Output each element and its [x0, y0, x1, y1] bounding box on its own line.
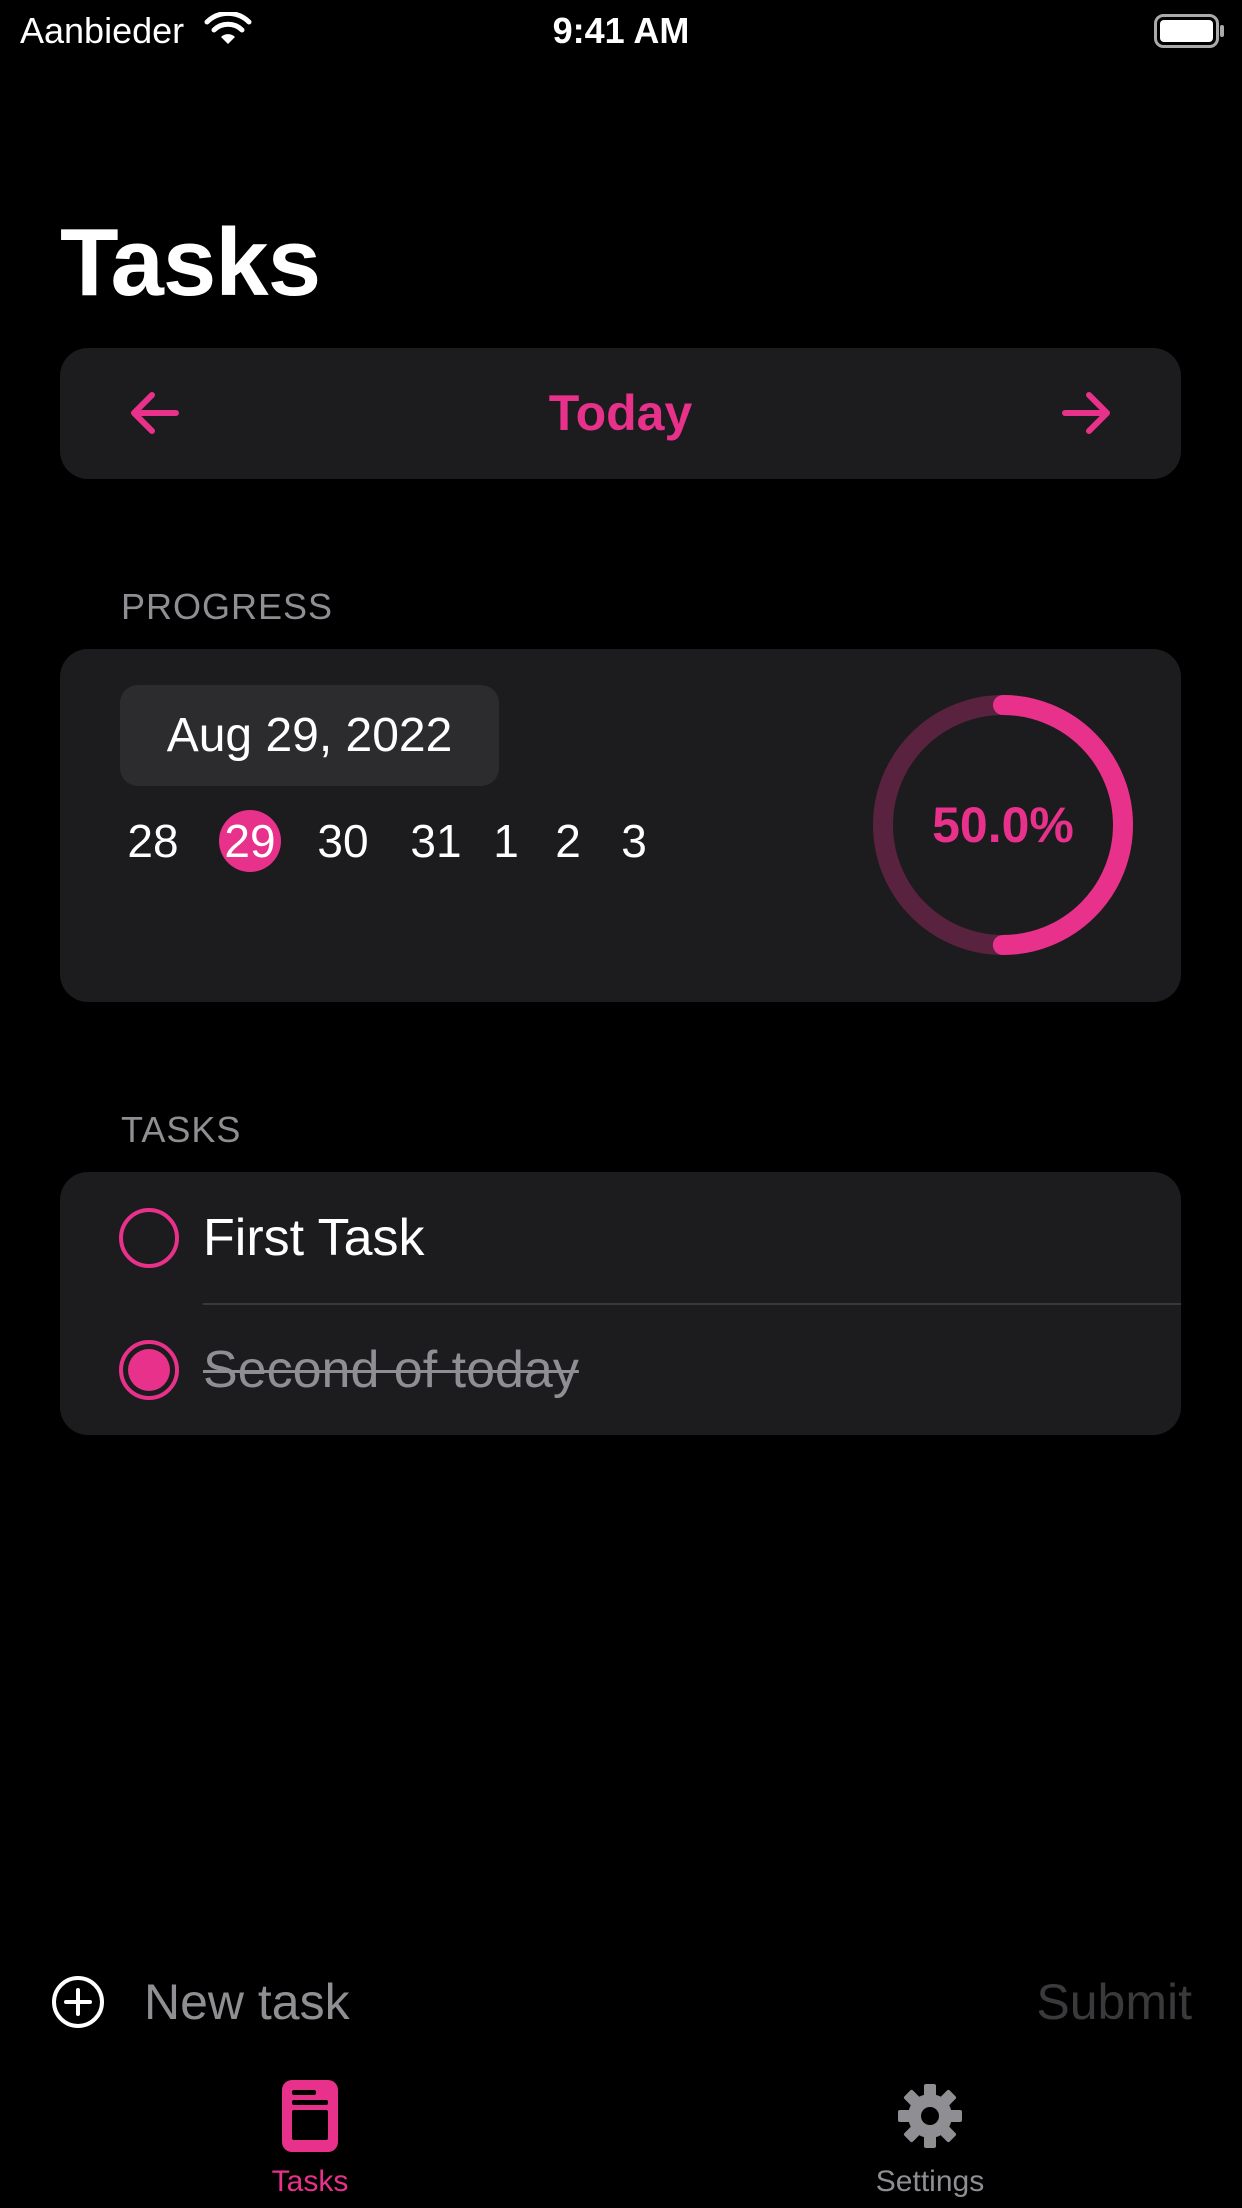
task-list: First Task Second of today	[60, 1172, 1181, 1435]
status-time: 9:41 AM	[552, 10, 690, 51]
progress-card: Aug 29, 2022 28 29 30 31 1 2 3 50.0%	[60, 649, 1181, 1002]
submit-button[interactable]: Submit	[1000, 1968, 1192, 2036]
task-title: First Task	[203, 1209, 425, 1267]
tab-label: Settings	[875, 2165, 985, 2198]
gear-icon	[898, 2084, 962, 2148]
task-title-completed: Second of today	[203, 1341, 579, 1399]
tab-label: Tasks	[271, 2165, 349, 2198]
day-1[interactable]: 1	[486, 810, 526, 872]
tab-tasks[interactable]: Tasks	[160, 2072, 460, 2208]
day-31[interactable]: 31	[403, 810, 469, 872]
plus-circle-icon[interactable]	[50, 1974, 106, 2030]
tasks-section-label: TASKS	[121, 1109, 242, 1150]
day-29[interactable]: 29	[215, 810, 285, 872]
checked-circle-icon[interactable]	[117, 1338, 181, 1402]
day-30[interactable]: 30	[310, 810, 376, 872]
day-28[interactable]: 28	[120, 810, 186, 872]
progress-section-label: PROGRESS	[121, 586, 334, 627]
progress-percent: 50.0%	[932, 797, 1074, 853]
day-3[interactable]: 3	[614, 810, 654, 872]
today-button[interactable]: Today	[60, 382, 1181, 444]
page-title: Tasks	[60, 209, 321, 316]
new-task-input[interactable]	[144, 1968, 944, 2036]
day-2[interactable]: 2	[548, 810, 588, 872]
tab-settings[interactable]: Settings	[780, 2072, 1080, 2208]
task-row-second[interactable]: Second of today	[60, 1304, 1181, 1435]
book-icon	[282, 2080, 338, 2152]
unchecked-circle-icon[interactable]	[117, 1206, 181, 1270]
task-row-first[interactable]: First Task	[60, 1172, 1181, 1303]
arrow-right-icon[interactable]	[1057, 383, 1117, 443]
day-navigator: Today	[60, 348, 1181, 479]
battery-icon	[1154, 14, 1224, 48]
date-picker-button[interactable]: Aug 29, 2022	[120, 685, 499, 786]
